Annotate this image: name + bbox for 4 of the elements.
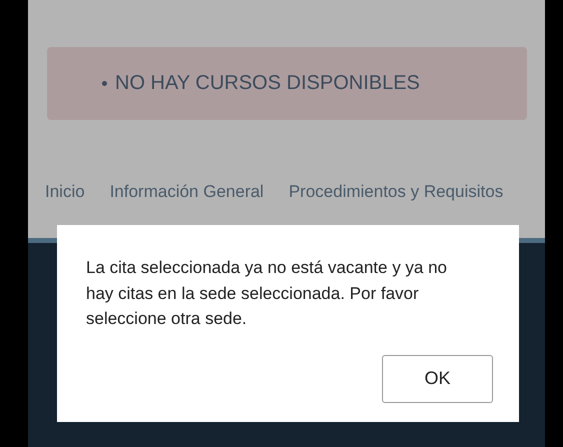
dialog-message: La cita seleccionada ya no está vacante y ya no hay citas en la sede seleccionada. Por favor seleccione otra sede.	[86, 257, 448, 330]
alert-message: NO HAY CURSOS DISPONIBLES	[115, 72, 420, 95]
ok-button[interactable]: OK	[382, 354, 493, 402]
bullet-icon	[102, 81, 107, 86]
